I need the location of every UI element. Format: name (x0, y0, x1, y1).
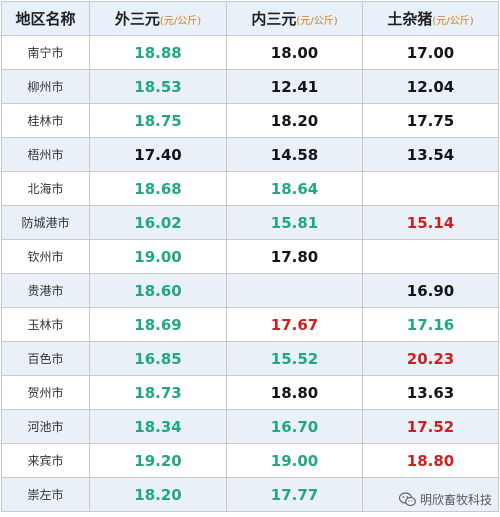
inner-price-cell: 18.00 (226, 35, 363, 70)
local-price-cell: 20.23 (362, 341, 499, 376)
table-row: 贺州市 18.73 18.80 13.63 (1, 375, 499, 410)
outer-price-cell: 16.02 (89, 205, 227, 240)
table-row: 来宾市 19.20 19.00 18.80 (1, 443, 499, 478)
header-local: 土杂猪(元/公斤) (362, 1, 499, 36)
city-cell: 百色市 (1, 341, 90, 376)
header-row: 地区名称 外三元(元/公斤) 内三元(元/公斤) 土杂猪(元/公斤) (1, 1, 499, 36)
outer-price-cell: 18.53 (89, 69, 227, 104)
local-price-cell: 13.54 (362, 137, 499, 172)
outer-price-cell: 19.00 (89, 239, 227, 274)
inner-price-cell: 14.58 (226, 137, 363, 172)
header-local-unit: (元/公斤) (432, 16, 474, 27)
outer-price-cell: 18.20 (89, 477, 227, 512)
table-header: 地区名称 外三元(元/公斤) 内三元(元/公斤) 土杂猪(元/公斤) (1, 1, 499, 36)
watermark: 明欣畜牧科技 (398, 491, 492, 508)
city-cell: 南宁市 (1, 35, 90, 70)
outer-price-cell: 18.88 (89, 35, 227, 70)
city-cell: 来宾市 (1, 443, 90, 478)
local-price-cell: 18.80 (362, 443, 499, 478)
city-cell: 河池市 (1, 409, 90, 444)
local-price-cell: 12.04 (362, 69, 499, 104)
inner-price-cell: 16.70 (226, 409, 363, 444)
local-price-cell: 15.14 (362, 205, 499, 240)
local-price-cell (362, 239, 499, 274)
table-row: 桂林市 18.75 18.20 17.75 (1, 103, 499, 138)
inner-price-cell: 15.81 (226, 205, 363, 240)
table-row: 北海市 18.68 18.64 (1, 171, 499, 206)
city-cell: 崇左市 (1, 477, 90, 512)
outer-price-cell: 18.73 (89, 375, 227, 410)
table-row: 百色市 16.85 15.52 20.23 (1, 341, 499, 376)
outer-price-cell: 18.75 (89, 103, 227, 138)
header-inner: 内三元(元/公斤) (226, 1, 363, 36)
city-cell: 贺州市 (1, 375, 90, 410)
table-row: 防城港市 16.02 15.81 15.14 (1, 205, 499, 240)
local-price-cell: 16.90 (362, 273, 499, 308)
local-price-cell: 17.00 (362, 35, 499, 70)
header-inner-unit: (元/公斤) (296, 16, 338, 27)
table-row: 钦州市 19.00 17.80 (1, 239, 499, 274)
header-region-label: 地区名称 (15, 10, 76, 28)
local-price-cell: 13.63 (362, 375, 499, 410)
inner-price-cell (226, 273, 363, 308)
table-row: 南宁市 18.88 18.00 17.00 (1, 35, 499, 70)
city-cell: 北海市 (1, 171, 90, 206)
outer-price-cell: 19.20 (89, 443, 227, 478)
outer-price-cell: 16.85 (89, 341, 227, 376)
local-price-cell: 17.52 (362, 409, 499, 444)
table-body: 南宁市 18.88 18.00 17.00 柳州市 18.53 12.41 12.04 桂林市 1… (1, 35, 499, 512)
table-row: 贵港市 18.60 16.90 (1, 273, 499, 308)
inner-price-cell: 17.80 (226, 239, 363, 274)
inner-price-cell: 19.00 (226, 443, 363, 478)
local-price-cell: 17.75 (362, 103, 499, 138)
watermark-text: 明欣畜牧科技 (419, 493, 492, 507)
outer-price-cell: 18.69 (89, 307, 227, 342)
table-row: 河池市 18.34 16.70 17.52 (1, 409, 499, 444)
inner-price-cell: 15.52 (226, 341, 363, 376)
inner-price-cell: 18.20 (226, 103, 363, 138)
city-cell: 桂林市 (1, 103, 90, 138)
table-row: 玉林市 18.69 17.67 17.16 (1, 307, 499, 342)
inner-price-cell: 17.67 (226, 307, 363, 342)
inner-price-cell: 18.80 (226, 375, 363, 410)
outer-price-cell: 18.34 (89, 409, 227, 444)
outer-price-cell: 17.40 (89, 137, 227, 172)
header-local-label: 土杂猪 (387, 10, 433, 28)
header-outer: 外三元(元/公斤) (89, 1, 227, 36)
header-outer-label: 外三元 (114, 10, 160, 28)
table-row: 柳州市 18.53 12.41 12.04 (1, 69, 499, 104)
city-cell: 梧州市 (1, 137, 90, 172)
header-region: 地区名称 (1, 1, 90, 36)
local-price-cell (362, 171, 499, 206)
local-price-cell: 17.16 (362, 307, 499, 342)
header-outer-unit: (元/公斤) (159, 16, 202, 27)
inner-price-cell: 12.41 (226, 69, 363, 104)
wechat-logo-icon (398, 492, 416, 507)
inner-price-cell: 17.77 (226, 477, 363, 512)
inner-price-cell: 18.64 (226, 171, 363, 206)
price-table: 地区名称 外三元(元/公斤) 内三元(元/公斤) 土杂猪(元/公斤) 南宁市 18… (1, 1, 499, 512)
city-cell: 贵港市 (1, 273, 90, 308)
header-inner-label: 内三元 (251, 10, 297, 28)
outer-price-cell: 18.68 (89, 171, 227, 206)
city-cell: 钦州市 (1, 239, 90, 274)
outer-price-cell: 18.60 (89, 273, 227, 308)
city-cell: 防城港市 (1, 205, 90, 240)
table-row: 梧州市 17.40 14.58 13.54 (1, 137, 499, 172)
city-cell: 柳州市 (1, 69, 90, 104)
city-cell: 玉林市 (1, 307, 90, 342)
